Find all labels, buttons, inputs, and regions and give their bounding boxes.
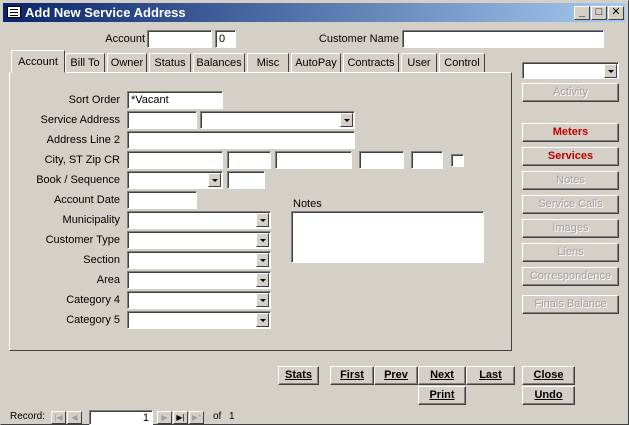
zip-input[interactable] [275,151,352,169]
service-address-street-combo[interactable] [200,111,355,129]
sort-order-input[interactable]: *Vacant [127,91,223,109]
meters-button[interactable]: Meters [522,123,619,142]
chevron-down-icon[interactable] [256,313,269,327]
tab-balances[interactable]: Balances [193,53,245,73]
municipality-combo[interactable] [127,211,271,229]
chevron-down-icon[interactable] [256,253,269,267]
chevron-down-icon[interactable] [604,64,617,78]
customer-name-input[interactable] [402,30,604,48]
tab-owner[interactable]: Owner [107,53,147,73]
services-button[interactable]: Services [522,147,619,166]
images-button[interactable]: Images [522,219,619,238]
tab-autopay[interactable]: AutoPay [291,53,341,73]
customer-type-label: Customer Type [45,234,120,246]
window: Add New Service Address _ □ ✕ Account 0 … [0,0,629,425]
correspondence-button[interactable]: Correspondence [522,267,619,286]
tab-misc[interactable]: Misc [247,53,289,73]
chevron-down-icon[interactable] [256,213,269,227]
category4-combo[interactable] [127,291,271,309]
customer-type-combo[interactable] [127,231,271,249]
account-tab-panel: Sort Order *Vacant Service Address Addre… [9,72,512,351]
next-record-icon[interactable]: ▶ [157,411,172,424]
book-sequence-label: Book / Sequence [36,174,120,186]
service-calls-button[interactable]: Service Calls [522,195,619,214]
record-total: 1 [229,411,235,422]
print-button[interactable]: Print [418,386,466,405]
last-record-icon[interactable]: ▶| [173,411,188,424]
first-record-icon[interactable]: |◀ [51,411,66,424]
liens-button[interactable]: Liens [522,243,619,262]
notes-button[interactable]: Notes [522,171,619,190]
record-label: Record: [10,411,46,422]
tab-account[interactable]: Account [11,50,65,73]
customer-name-label: Customer Name [318,33,399,45]
next-button[interactable]: Next [418,366,466,385]
address-line2-label: Address Line 2 [46,134,120,146]
account-date-label: Account Date [53,194,120,206]
tab-status[interactable]: Status [149,53,191,73]
activity-button[interactable]: Activity [522,83,619,102]
chevron-down-icon[interactable] [340,113,353,127]
area-combo[interactable] [127,271,271,289]
address-line2-input[interactable] [127,131,355,149]
service-address-label: Service Address [40,114,120,126]
account-input[interactable] [147,30,212,48]
service-address-number-input[interactable] [127,111,197,129]
city-input[interactable] [127,151,223,169]
maximize-button[interactable]: □ [591,6,607,20]
close-window-button[interactable]: ✕ [608,6,624,20]
sort-order-label: Sort Order [68,94,120,106]
side-selector-combo[interactable] [522,62,619,79]
category4-label: Category 4 [66,294,120,306]
chevron-down-icon[interactable] [256,233,269,247]
carrier-route-input[interactable] [411,151,443,169]
account-suffix-input[interactable]: 0 [215,30,236,48]
flag-checkbox[interactable] [451,154,464,167]
new-record-icon[interactable]: ▶* [189,411,204,424]
section-label: Section [83,254,120,266]
account-label: Account [105,33,145,45]
tab-control[interactable]: Control [439,53,485,73]
category5-label: Category 5 [66,314,120,326]
book-combo[interactable] [127,171,223,189]
city-state-zip-label: City, ST Zip CR [44,154,120,166]
chevron-down-icon[interactable] [208,173,221,187]
tab-user[interactable]: User [401,53,437,73]
state-input[interactable] [227,151,271,169]
sequence-input[interactable] [227,171,265,189]
account-date-input[interactable] [127,191,197,209]
section-combo[interactable] [127,251,271,269]
zip-extension-input[interactable] [359,151,404,169]
window-title: Add New Service Address [25,5,186,20]
area-label: Area [96,274,120,286]
undo-button[interactable]: Undo [522,386,575,405]
prev-record-icon[interactable]: ◀ [67,411,82,424]
chevron-down-icon[interactable] [256,293,269,307]
tab-bill-to[interactable]: Bill To [65,53,105,73]
close-button[interactable]: Close [522,366,575,385]
notes-textarea[interactable] [291,211,484,263]
record-of-label: of [213,411,222,422]
first-button[interactable]: First [330,366,374,385]
form-icon [7,6,21,18]
stats-button[interactable]: Stats [278,366,319,385]
last-button[interactable]: Last [466,366,515,385]
minimize-button[interactable]: _ [574,6,590,20]
municipality-label: Municipality [62,214,120,226]
record-number-input[interactable]: 1 [89,410,153,425]
category5-combo[interactable] [127,311,271,329]
notes-label: Notes [293,198,322,210]
title-bar: Add New Service Address _ □ ✕ [3,3,626,22]
tab-contracts[interactable]: Contracts [343,53,399,73]
chevron-down-icon[interactable] [256,273,269,287]
prev-button[interactable]: Prev [374,366,418,385]
finals-balance-button[interactable]: Finals Balance [522,295,619,314]
